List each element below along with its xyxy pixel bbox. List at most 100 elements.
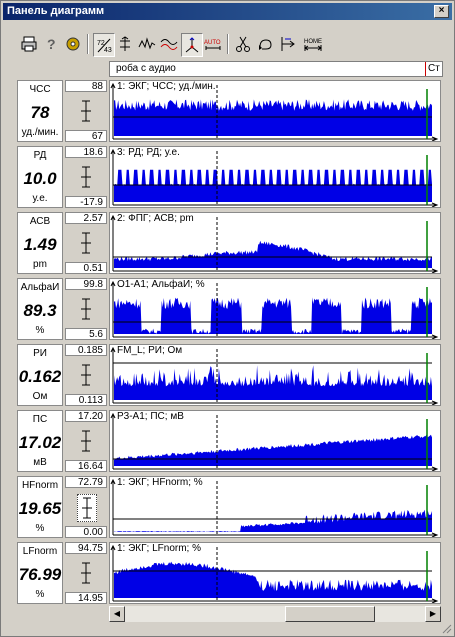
home-range-icon: HOME: [304, 39, 322, 51]
channel-label-box[interactable]: LFnorm 76.99%: [17, 542, 63, 604]
channel-label-box[interactable]: АСВ 1.49 pm: [17, 212, 63, 274]
home-icon: [281, 37, 295, 51]
horizontal-scrollbar[interactable]: ◀ ▶: [109, 606, 441, 622]
signal-area: [114, 99, 432, 136]
undo-button[interactable]: [255, 33, 275, 55]
title-bar: Панель диаграмм ×: [3, 3, 452, 20]
channel-caption: P3-A1; ПС; мВ: [117, 411, 184, 422]
scale-min[interactable]: 0.00: [65, 526, 107, 538]
signal-area: [114, 240, 432, 268]
scale-min[interactable]: 0.113: [65, 394, 107, 406]
scale-max[interactable]: 88: [65, 80, 107, 92]
scroll-right-button[interactable]: ▶: [425, 606, 441, 622]
auto-scale-button[interactable]: AUTO: [203, 33, 223, 55]
signal-area: [114, 434, 432, 466]
scale-max[interactable]: 72.79: [65, 476, 107, 488]
channel-plot[interactable]: P3-A1; ПС; мВ: [109, 410, 441, 472]
channel-label-box[interactable]: АльфаИ 89.3%: [17, 278, 63, 340]
channel-unit: pm: [33, 259, 47, 270]
scale-min[interactable]: 5.6: [65, 328, 107, 340]
scale-adjust-icon[interactable]: [77, 230, 95, 256]
channel-unit: %: [35, 589, 45, 600]
settings-button[interactable]: [63, 33, 83, 55]
scale-panel: 2.57 0.51: [65, 212, 107, 274]
channel-plot[interactable]: O1-A1; АльфаИ; %: [109, 278, 441, 340]
channel-value: 76.99: [18, 565, 62, 584]
channel-plot[interactable]: 1: ЭКГ; ЧСС; уд./мин.: [109, 80, 441, 142]
print-icon: [21, 36, 37, 52]
signal-area: [114, 509, 432, 532]
align-button[interactable]: [115, 33, 135, 55]
channel-label-box[interactable]: РИ 0.162 Ом: [17, 344, 63, 406]
axes-button[interactable]: [181, 33, 203, 57]
overlay-icon: [160, 39, 178, 50]
scale-max[interactable]: 18.6: [65, 146, 107, 158]
channel-row: РД 10.0 у.е. 18.6 -17.9 3: РД; РД; у.е.: [17, 144, 441, 208]
channel-plot[interactable]: 1: ЭКГ; LFnorm; %: [109, 542, 441, 604]
scale-adjust-icon[interactable]: [77, 164, 95, 190]
resize-grip-icon[interactable]: [440, 622, 452, 634]
scale-panel: 94.75 14.95: [65, 542, 107, 604]
home-range-button[interactable]: HOME: [303, 33, 323, 55]
settings-icon: [66, 37, 80, 51]
scale-adjust-icon[interactable]: [77, 362, 95, 388]
overlay-button[interactable]: [159, 33, 179, 55]
channel-plot[interactable]: 1: ЭКГ; HFnorm; %: [109, 476, 441, 538]
scale-panel: 17.20 16.64: [65, 410, 107, 472]
channel-plot[interactable]: 3: РД; РД; у.е.: [109, 146, 441, 208]
scale-min[interactable]: 67: [65, 130, 107, 142]
scale-adjust-icon[interactable]: [77, 494, 97, 522]
channel-label-box[interactable]: ЧСС 78 уд./мин.: [17, 80, 63, 142]
channel-value: 1.49: [23, 235, 57, 254]
wave-button[interactable]: [137, 33, 157, 55]
channel-row: ПС 17.02 мВ 17.20 16.64 P3-A1; ПС; мВ: [17, 408, 441, 472]
channel-caption: 2: ФПГ; АСВ; pm: [117, 213, 194, 224]
scale-adjust-icon[interactable]: [77, 98, 95, 124]
channel-plot[interactable]: FM_L; РИ; Ом: [109, 344, 441, 406]
help-button[interactable]: ?: [41, 33, 61, 55]
channel-value: 19.65: [18, 499, 62, 518]
scroll-thumb[interactable]: [285, 606, 375, 622]
channel-label-box[interactable]: ПС 17.02 мВ: [17, 410, 63, 472]
home-button[interactable]: [279, 33, 299, 55]
toolbar-separator: [227, 34, 229, 54]
scale-max[interactable]: 2.57: [65, 212, 107, 224]
channel-label-box[interactable]: HFnorm 19.65%: [17, 476, 63, 538]
channel-row: HFnorm 19.65% 72.79 0.00 1: ЭКГ; HFnorm; %: [17, 474, 441, 538]
help-icon: ?: [47, 36, 56, 52]
channel-row: ЧСС 78 уд./мин. 88 67 1: ЭКГ; ЧСС; уд./мин.: [17, 78, 441, 142]
channel-unit: уд./мин.: [21, 127, 59, 138]
channel-unit: у.е.: [32, 193, 48, 204]
toolbar-separator: [87, 34, 89, 54]
channel-row: РИ 0.162 Ом 0.185 0.113 FM_L; РИ; Ом: [17, 342, 441, 406]
recording-title: роба с аудио: [116, 63, 176, 74]
channel-value: 89.3: [23, 301, 57, 320]
scale-max[interactable]: 17.20: [65, 410, 107, 422]
channel-plot[interactable]: 2: ФПГ; АСВ; pm: [109, 212, 441, 274]
svg-text:?: ?: [47, 36, 56, 52]
scroll-left-button[interactable]: ◀: [109, 606, 125, 622]
window-title: Панель диаграмм: [7, 5, 105, 17]
scissors-button[interactable]: [233, 33, 253, 55]
scale-adjust-icon[interactable]: [77, 428, 95, 454]
channel-label-box[interactable]: РД 10.0 у.е.: [17, 146, 63, 208]
signal-area: [114, 561, 432, 598]
scale-panel: 18.6 -17.9: [65, 146, 107, 208]
channel-name: АльфаИ: [20, 282, 60, 293]
print-button[interactable]: [19, 33, 39, 55]
scale-panel: 0.185 0.113: [65, 344, 107, 406]
scale-min[interactable]: 16.64: [65, 460, 107, 472]
scale-adjust-icon[interactable]: [77, 296, 95, 322]
close-button[interactable]: ×: [434, 5, 449, 18]
scale-max[interactable]: 94.75: [65, 542, 107, 554]
scale-min[interactable]: 0.51: [65, 262, 107, 274]
scale-icon: 7243: [97, 38, 112, 54]
scale-adjust-icon[interactable]: [77, 560, 95, 586]
scale-button[interactable]: 72 43: [93, 33, 115, 57]
scale-max[interactable]: 0.185: [65, 344, 107, 356]
scale-min[interactable]: 14.95: [65, 592, 107, 604]
scale-max[interactable]: 99.8: [65, 278, 107, 290]
scale-min[interactable]: -17.9: [65, 196, 107, 208]
channel-caption: 1: ЭКГ; ЧСС; уд./мин.: [117, 81, 216, 92]
recording-title-field[interactable]: роба с аудио Ст: [109, 61, 443, 77]
